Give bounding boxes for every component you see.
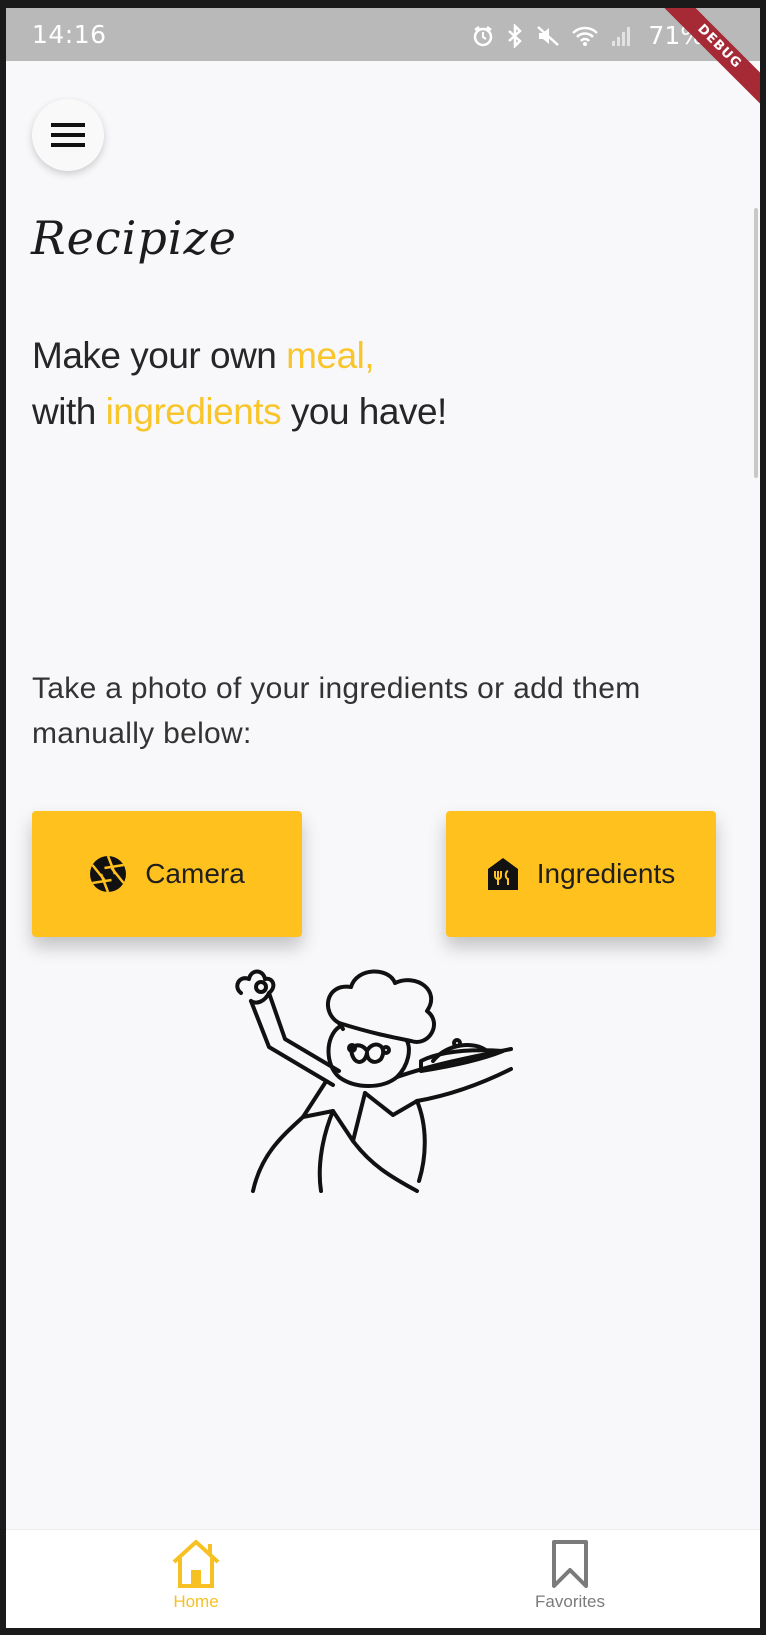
app-title: Recipize — [31, 211, 237, 265]
nav-home[interactable]: Home — [126, 1538, 266, 1612]
instruction-text: Take a photo of your ingredients or add … — [32, 672, 641, 750]
menu-button[interactable] — [32, 99, 104, 171]
headline-text: with — [32, 391, 106, 432]
chef-illustration — [235, 969, 513, 1193]
status-time: 14:16 — [32, 20, 107, 49]
signal-icon — [612, 26, 631, 46]
home-icon — [172, 1540, 220, 1588]
bookmark-icon — [552, 1540, 588, 1588]
nav-favorites-label: Favorites — [535, 1592, 605, 1611]
headline-line-2: with ingredients you have! — [32, 384, 447, 440]
headline-accent-ingredients: ingredients — [105, 391, 282, 432]
camera-aperture-icon — [90, 855, 127, 893]
status-icons: 71% — [472, 21, 704, 50]
app-screen: 14:16 71% DEBUG Recipize Make your own m… — [6, 8, 760, 1628]
status-bar: 14:16 71% DEBUG — [6, 8, 760, 108]
restaurant-icon — [487, 858, 518, 890]
headline-text: you have! — [281, 391, 447, 432]
scrollbar[interactable] — [754, 208, 758, 478]
nav-favorites[interactable]: Favorites — [500, 1538, 640, 1612]
hamburger-menu-icon — [51, 123, 85, 147]
bluetooth-icon — [508, 23, 523, 48]
bottom-navigation: Home Favorites — [6, 1529, 760, 1628]
headline-line-1: Make your own meal, — [32, 328, 447, 384]
ingredients-button-label: Ingredients — [536, 858, 676, 889]
headline: Make your own meal, with ingredients you… — [32, 328, 447, 440]
ingredients-button[interactable]: Ingredients — [446, 811, 716, 937]
wifi-icon — [572, 26, 599, 46]
nav-home-label: Home — [173, 1592, 219, 1611]
headline-accent-meal: meal, — [286, 335, 375, 376]
camera-button[interactable]: Camera — [32, 811, 302, 937]
alarm-icon — [474, 25, 493, 46]
headline-text: Make your own — [32, 335, 287, 376]
mute-icon — [537, 25, 560, 46]
camera-button-label: Camera — [145, 858, 245, 889]
